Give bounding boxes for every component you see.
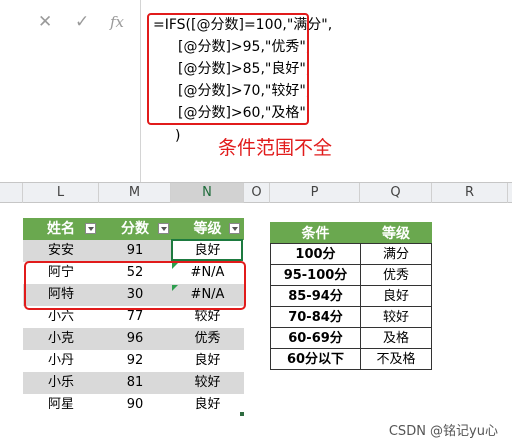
column-header-M[interactable]: M	[99, 183, 171, 203]
selected-cell-outline	[171, 239, 243, 261]
formula-highlight-box	[147, 13, 309, 125]
table-cell[interactable]: 96	[99, 328, 171, 350]
corner-cell[interactable]	[0, 183, 23, 203]
error-rows-highlight-box	[24, 261, 246, 310]
criteria-cell[interactable]: 60-69分	[270, 327, 361, 349]
criteria-cell[interactable]: 100分	[270, 243, 361, 265]
criteria-header: 条件	[270, 222, 361, 244]
table-cell[interactable]: 92	[99, 350, 171, 372]
criteria-cell[interactable]: 70-84分	[270, 306, 361, 328]
header-label: 分数	[121, 221, 149, 237]
confirm-icon[interactable]: ✓	[75, 12, 89, 32]
criteria-cell[interactable]: 较好	[360, 306, 432, 328]
table-resize-handle-icon[interactable]	[240, 412, 244, 416]
table-cell[interactable]: 优秀	[171, 328, 244, 350]
criteria-cell[interactable]: 95-100分	[270, 264, 361, 286]
header-label: 等级	[193, 221, 222, 237]
insert-function-icon[interactable]: fx	[110, 12, 124, 32]
filter-dropdown-icon[interactable]	[158, 223, 169, 234]
table-cell[interactable]: 90	[99, 394, 171, 416]
filter-dropdown-icon[interactable]	[85, 223, 96, 234]
header-score[interactable]: 分数	[99, 218, 171, 240]
cancel-icon[interactable]: ✕	[38, 12, 52, 32]
table-cell[interactable]: 91	[99, 240, 171, 262]
column-header-P[interactable]: P	[270, 183, 360, 203]
header-label: 姓名	[47, 221, 75, 237]
table-cell[interactable]: 安安	[23, 240, 99, 262]
formula-bar-divider	[140, 0, 141, 182]
column-header-N[interactable]: N	[171, 183, 244, 203]
table-cell[interactable]: 小丹	[23, 350, 99, 372]
column-header-Q[interactable]: Q	[360, 183, 432, 203]
table-cell[interactable]: 阿星	[23, 394, 99, 416]
criteria-header: 等级	[360, 222, 432, 244]
filter-dropdown-icon[interactable]	[229, 223, 240, 234]
criteria-cell[interactable]: 不及格	[360, 348, 432, 370]
header-grade[interactable]: 等级	[171, 218, 244, 240]
header-name[interactable]: 姓名	[23, 218, 99, 240]
annotation-text: 条件范围不全	[218, 137, 333, 159]
table-cell[interactable]: 小乐	[23, 372, 99, 394]
column-header-L[interactable]: L	[23, 183, 99, 203]
criteria-cell[interactable]: 满分	[360, 243, 432, 265]
criteria-cell[interactable]: 及格	[360, 327, 432, 349]
criteria-cell[interactable]: 优秀	[360, 264, 432, 286]
criteria-cell[interactable]: 良好	[360, 285, 432, 307]
table-cell[interactable]: 良好	[171, 350, 244, 372]
table-cell[interactable]: 81	[99, 372, 171, 394]
column-header-row: L M N O P Q R	[0, 182, 512, 203]
table-cell[interactable]: 小克	[23, 328, 99, 350]
column-header-R[interactable]: R	[432, 183, 508, 203]
column-header-O[interactable]: O	[244, 183, 270, 203]
formula-bar-controls: ✕ ✓ fx	[0, 0, 140, 46]
watermark: CSDN @铭记yu心	[388, 424, 498, 439]
formula-line: )	[175, 128, 181, 144]
table-cell[interactable]: 良好	[171, 394, 244, 416]
table-cell[interactable]: 较好	[171, 372, 244, 394]
criteria-cell[interactable]: 60分以下	[270, 348, 361, 370]
criteria-cell[interactable]: 85-94分	[270, 285, 361, 307]
